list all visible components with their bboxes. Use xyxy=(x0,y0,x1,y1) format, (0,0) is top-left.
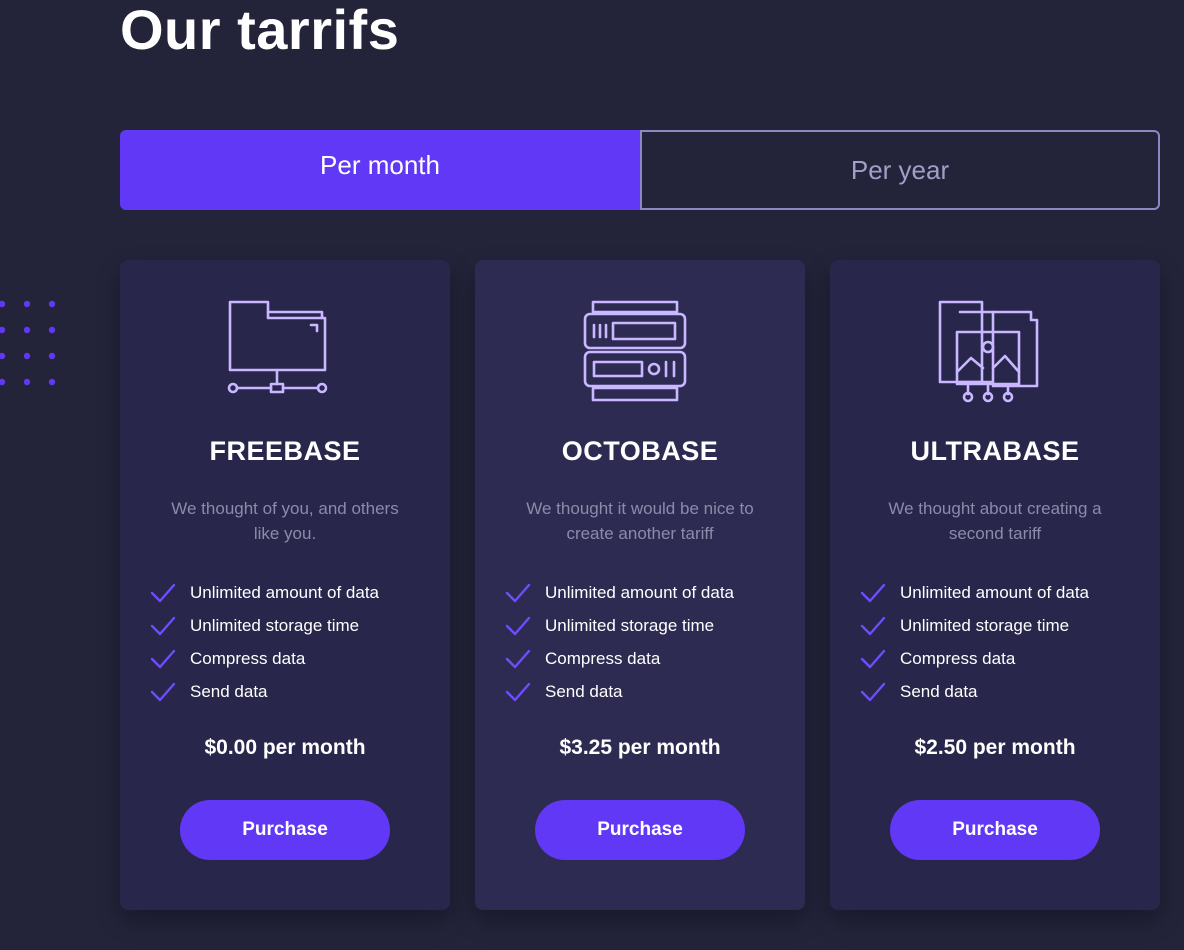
feature-item: Send data xyxy=(860,675,1089,708)
plan-price: $0.00 per month xyxy=(204,736,366,759)
feature-text: Unlimited storage time xyxy=(545,615,715,635)
plan-name: ULTRABASE xyxy=(910,436,1080,466)
feature-text: Send data xyxy=(900,681,978,701)
check-icon xyxy=(860,616,886,635)
feature-item: Unlimited amount of data xyxy=(860,576,1089,609)
feature-item: Unlimited storage time xyxy=(505,609,734,642)
feature-text: Unlimited storage time xyxy=(190,615,360,635)
plan-card-octobase: OCTOBASE We thought it would be nice to … xyxy=(475,260,805,910)
billing-period-toggle: Per month Per year xyxy=(120,130,1160,210)
per-month-option[interactable]: Per month xyxy=(120,130,640,210)
plan-price: $3.25 per month xyxy=(559,736,721,759)
feature-text: Unlimited amount of data xyxy=(545,582,734,602)
plan-name: FREEBASE xyxy=(209,436,361,466)
purchase-button[interactable]: Purchase xyxy=(890,800,1100,860)
feature-item: Send data xyxy=(150,675,379,708)
per-year-option[interactable]: Per year xyxy=(640,130,1160,210)
plan-description: We thought about creating a second tarif… xyxy=(888,499,1102,543)
feature-list: Unlimited amount of data Unlimited stora… xyxy=(860,576,1089,708)
feature-text: Send data xyxy=(545,681,623,701)
plan-price: $2.50 per month xyxy=(914,736,1076,759)
image-folders-icon xyxy=(938,300,1039,403)
feature-text: Unlimited storage time xyxy=(900,615,1070,635)
check-icon xyxy=(505,682,531,701)
check-icon xyxy=(505,649,531,668)
folder-network-icon xyxy=(227,300,328,394)
purchase-button[interactable]: Purchase xyxy=(535,800,745,860)
server-icon xyxy=(583,300,687,402)
check-icon xyxy=(150,682,176,701)
feature-item: Compress data xyxy=(150,642,379,675)
plan-name: OCTOBASE xyxy=(561,436,719,466)
feature-text: Unlimited amount of data xyxy=(900,582,1089,602)
check-icon xyxy=(860,649,886,668)
check-icon xyxy=(860,583,886,602)
check-icon xyxy=(150,649,176,668)
decorative-dots xyxy=(0,300,56,386)
feature-item: Unlimited storage time xyxy=(150,609,379,642)
feature-item: Compress data xyxy=(505,642,734,675)
page-title: Our tarrifs xyxy=(120,0,400,61)
check-icon xyxy=(150,616,176,635)
feature-text: Send data xyxy=(190,681,268,701)
check-icon xyxy=(505,616,531,635)
feature-text: Compress data xyxy=(190,648,306,668)
feature-item: Unlimited amount of data xyxy=(505,576,734,609)
feature-text: Compress data xyxy=(900,648,1016,668)
feature-item: Unlimited storage time xyxy=(860,609,1089,642)
feature-list: Unlimited amount of data Unlimited stora… xyxy=(505,576,734,708)
plan-description: We thought of you, and others like you. xyxy=(171,499,399,543)
purchase-button[interactable]: Purchase xyxy=(180,800,390,860)
feature-text: Unlimited amount of data xyxy=(190,582,379,602)
pricing-cards: FREEBASE We thought of you, and others l… xyxy=(120,260,1160,910)
feature-list: Unlimited amount of data Unlimited stora… xyxy=(150,576,379,708)
plan-card-ultrabase: ULTRABASE We thought about creating a se… xyxy=(830,260,1160,910)
check-icon xyxy=(150,583,176,602)
feature-item: Send data xyxy=(505,675,734,708)
feature-item: Compress data xyxy=(860,642,1089,675)
plan-card-freebase: FREEBASE We thought of you, and others l… xyxy=(120,260,450,910)
check-icon xyxy=(860,682,886,701)
plan-description: We thought it would be nice to create an… xyxy=(526,499,754,543)
check-icon xyxy=(505,583,531,602)
feature-text: Compress data xyxy=(545,648,661,668)
feature-item: Unlimited amount of data xyxy=(150,576,379,609)
